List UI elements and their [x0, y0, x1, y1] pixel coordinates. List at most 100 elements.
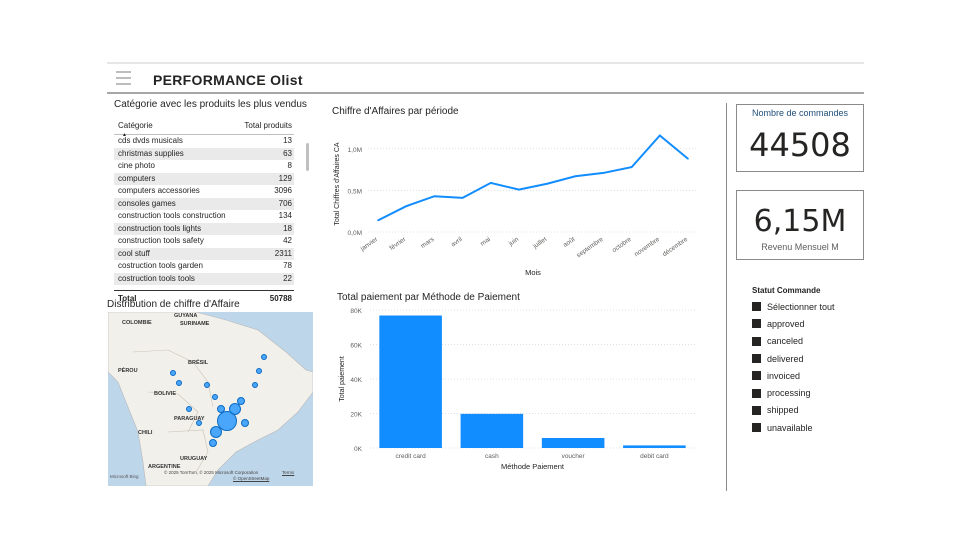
status-option-label: canceled [767, 336, 804, 347]
map-bubble[interactable] [170, 370, 176, 376]
row-category: cine photo [118, 161, 155, 170]
x-tick-label: novembre [633, 236, 661, 259]
sort-ascending-icon[interactable]: ▲ [122, 132, 127, 138]
checkbox-icon[interactable] [752, 302, 761, 312]
map-title: Distribution de chiffre d'Affaire [107, 299, 240, 310]
column-header-total[interactable]: Total produits [244, 121, 292, 130]
map-bubble[interactable] [241, 419, 249, 427]
table-row[interactable]: costruction tools garden 78 [114, 260, 294, 273]
map-bubble[interactable] [252, 382, 258, 388]
map-bubble[interactable] [261, 354, 267, 360]
checkbox-icon[interactable] [752, 388, 761, 398]
table-row[interactable]: cool stuff 2311 [114, 247, 294, 260]
table-row[interactable]: construction tools construction 134 [114, 210, 294, 223]
map-osm-link[interactable]: © OpenStreetMap [233, 476, 269, 481]
y-axis-title: Total paiement [339, 356, 346, 402]
data-point [602, 172, 605, 174]
checkbox-icon[interactable] [752, 405, 761, 415]
table-row[interactable]: cine photo 8 [114, 160, 294, 173]
table-row[interactable]: construction tools safety 42 [114, 235, 294, 248]
menu-icon[interactable] [116, 71, 131, 86]
map-terms-link[interactable]: Terms [282, 470, 294, 475]
top-products-title: Catégorie avec les produits les plus ven… [114, 99, 307, 110]
checkbox-icon[interactable] [752, 423, 761, 433]
status-option[interactable]: approved [752, 315, 862, 332]
map-bubble[interactable] [210, 426, 222, 438]
revenue-line-chart[interactable]: 0,0M 0,5M 1,0M janvier février mars avril mai ju… [328, 118, 708, 283]
checkbox-icon[interactable] [752, 319, 761, 329]
status-option-label: unavailable [767, 422, 813, 433]
table-scrollbar[interactable] [306, 143, 309, 171]
map-bubble[interactable] [212, 394, 218, 400]
map-bubble[interactable] [237, 397, 245, 405]
checkbox-icon[interactable] [752, 354, 761, 364]
map-bubble[interactable] [176, 380, 182, 386]
x-tick-label: septembre [575, 236, 604, 260]
map-bubble[interactable] [217, 405, 225, 413]
table-row[interactable]: consoles games 706 [114, 197, 294, 210]
status-option[interactable]: delivered [752, 350, 862, 367]
table-row[interactable]: costruction tools tools 22 [114, 272, 294, 285]
status-option-label: approved [767, 318, 805, 329]
payment-bar-chart[interactable]: 0K 20K 40K 60K 80K credit card cash voucher debi… [330, 302, 710, 477]
status-option-label: invoiced [767, 370, 801, 381]
map-bubble[interactable] [196, 420, 202, 426]
row-category: computers [118, 173, 156, 183]
y-tick-label: 60K [350, 343, 362, 350]
kpi-revenue-value: 6,15M [753, 204, 847, 239]
table-body: cds dvds musicals 13 christmas supplies 63 c… [114, 135, 294, 285]
revenue-map[interactable]: COLOMBIE GUYANA SURINAME BRÉSIL PÉROU BOLIVIE… [108, 312, 313, 486]
bar [379, 315, 442, 448]
x-axis-title: Méthode Paiement [501, 462, 565, 471]
column-header-category[interactable]: Catégorie [118, 121, 153, 130]
table-row[interactable]: construction tools lights 18 [114, 222, 294, 235]
map-country-label: BOLIVIE [154, 391, 177, 397]
row-category: christmas supplies [118, 148, 184, 158]
map-bubble[interactable] [256, 368, 262, 374]
checkbox-icon[interactable] [752, 336, 761, 346]
y-tick-label: 40K [350, 377, 362, 384]
kpi-orders-card: Nombre de commandes 44508 [736, 104, 864, 172]
map-country-label: URUGUAY [180, 456, 208, 462]
status-option[interactable]: canceled [752, 333, 862, 350]
status-option-label: delivered [767, 353, 804, 364]
data-point [574, 175, 577, 178]
data-point [461, 197, 464, 199]
total-value: 50788 [269, 294, 292, 303]
status-option[interactable]: Sélectionner tout [752, 298, 862, 315]
status-option-label: processing [767, 388, 811, 399]
row-category: construction tools safety [118, 236, 204, 245]
table-row[interactable]: christmas supplies 63 [114, 147, 294, 160]
data-point [687, 157, 689, 160]
header-divider [107, 92, 864, 94]
map-bubble[interactable] [204, 382, 210, 388]
y-tick-label: 0K [354, 446, 363, 453]
x-tick-label: voucher [562, 453, 586, 460]
status-option[interactable]: invoiced [752, 367, 862, 384]
x-tick-label: avril [450, 236, 464, 249]
map-country-label: PÉROU [118, 368, 138, 374]
map-bubble[interactable] [209, 439, 217, 447]
checkbox-icon[interactable] [752, 371, 761, 381]
y-tick-label: 80K [350, 308, 362, 315]
south-america-land [108, 312, 313, 486]
x-tick-label: octobre [611, 236, 633, 254]
data-point [546, 182, 548, 185]
status-option[interactable]: shipped [752, 402, 862, 419]
y-tick-label: 0,5M [348, 188, 362, 195]
data-point [405, 205, 407, 208]
x-tick-label: mars [420, 235, 436, 249]
status-option[interactable]: unavailable [752, 419, 862, 436]
status-option[interactable]: processing [752, 384, 862, 401]
row-total: 8 [287, 161, 292, 170]
bar [460, 413, 524, 448]
table-row[interactable]: cds dvds musicals 13 [114, 135, 294, 148]
map-country-label: CHILI [138, 430, 153, 436]
status-slicer: Sélectionner tout approved canceled deliver… [752, 298, 862, 436]
map-bubble[interactable] [186, 406, 192, 412]
table-row[interactable]: computers 129 [114, 172, 294, 185]
y-tick-label: 1,0M [348, 147, 362, 154]
table-row[interactable]: computers accessories 3096 [114, 185, 294, 198]
map-country-label: COLOMBIE [122, 320, 152, 326]
data-point [659, 134, 661, 137]
